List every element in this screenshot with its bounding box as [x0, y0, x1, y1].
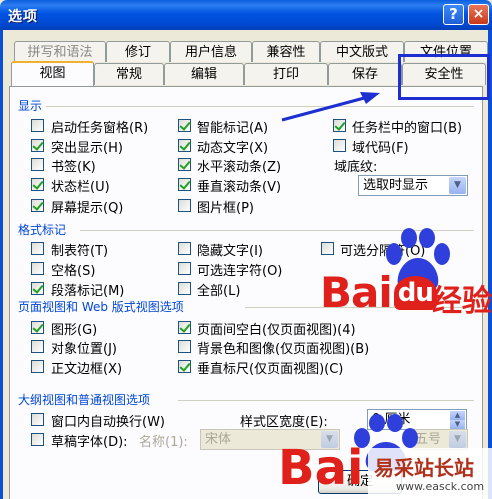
text-boundaries-checkbox[interactable] — [31, 360, 44, 373]
section-title-page-view: 页面视图和 Web 版式视图选项 — [18, 298, 188, 315]
section-divider — [42, 106, 474, 107]
smart-tags-label: 智能标记(A) — [197, 121, 269, 136]
hidden-text-label: 隐藏文字(I) — [197, 244, 263, 259]
chevron-down-icon[interactable]: ▼ — [449, 431, 466, 448]
tab-characters-checkbox[interactable] — [31, 242, 44, 255]
picture-placeholders-label: 图片框(P) — [197, 201, 254, 216]
smart-tags-checkbox[interactable] — [178, 119, 191, 132]
tab-asian-typography[interactable]: 中文版式 — [320, 41, 404, 62]
all-marks-checkbox[interactable] — [178, 282, 191, 295]
object-anchors-checkbox[interactable] — [31, 340, 44, 353]
optional-breaks-checkbox[interactable] — [321, 242, 334, 255]
tab-print[interactable]: 打印 — [244, 63, 328, 85]
field-codes-checkbox[interactable] — [333, 139, 346, 152]
optional-hyphens-label: 可选连字符(O) — [197, 264, 283, 279]
section-title-display: 显示 — [18, 97, 47, 114]
tab-characters-label: 制表符(T) — [51, 244, 109, 259]
all-marks-label: 全部(L) — [197, 284, 241, 299]
title-bar: 选项 ? × — [0, 0, 492, 30]
hidden-text-checkbox[interactable] — [178, 242, 191, 255]
section-title-format-marks: 格式标记 — [18, 221, 71, 238]
optional-hyphens-checkbox[interactable] — [178, 262, 191, 275]
chevron-down-icon[interactable]: ▼ — [449, 177, 466, 194]
baidu-logo-text-bottom: Bai — [278, 440, 364, 496]
screen-tips-label: 屏幕提示(Q) — [51, 201, 124, 216]
tab-user-info[interactable]: 用户信息 — [170, 41, 252, 62]
field-shading-select[interactable]: 选取时显示 ▼ — [358, 175, 468, 196]
text-boundaries-label: 正文边框(X) — [51, 362, 123, 377]
horizontal-scrollbar-label: 水平滚动条(Z) — [197, 160, 282, 175]
paragraph-marks-checkbox[interactable] — [31, 282, 44, 295]
windows-in-taskbar-label: 任务栏中的窗口(B) — [352, 121, 463, 136]
draft-font-label: 草稿字体(D): — [51, 435, 128, 450]
tab-view[interactable]: 视图 — [11, 61, 94, 86]
spin-down-icon[interactable]: ▼ — [450, 420, 465, 429]
status-bar-checkbox[interactable] — [31, 178, 44, 191]
site-name-text: 易采站长站 — [374, 456, 474, 480]
animated-text-checkbox[interactable] — [178, 139, 191, 152]
highlight-checkbox[interactable] — [31, 139, 44, 152]
white-space-between-pages-label: 页面间空白(仅页面视图)(4) — [197, 323, 356, 338]
bookmarks-checkbox[interactable] — [31, 158, 44, 171]
field-shading-value: 选取时显示 — [363, 178, 429, 193]
field-codes-label: 域代码(F) — [352, 141, 409, 156]
horizontal-scrollbar-checkbox[interactable] — [178, 158, 191, 171]
wrap-to-window-label: 窗口内自动换行(W) — [51, 415, 165, 430]
tab-edit[interactable]: 编辑 — [164, 63, 244, 85]
vertical-ruler-checkbox[interactable] — [178, 360, 191, 373]
site-url-text: www.easck.com — [396, 480, 485, 493]
object-anchors-label: 对象位置(J) — [51, 342, 117, 357]
tab-spelling-grammar[interactable]: 拼写和语法 — [14, 41, 106, 62]
wrap-to-window-checkbox[interactable] — [31, 413, 44, 426]
font-name-label: 名称(1): — [139, 435, 188, 450]
background-colors-images-label: 背景色和图像(仅页面视图)(B) — [197, 342, 370, 357]
section-title-outline: 大纲视图和普通视图选项 — [18, 391, 155, 408]
window-border-right — [488, 30, 492, 499]
tab-track-changes[interactable]: 修订 — [106, 41, 170, 62]
screen-tips-checkbox[interactable] — [31, 199, 44, 212]
spaces-label: 空格(S) — [51, 264, 96, 279]
paragraph-marks-label: 段落标记(M) — [51, 284, 125, 299]
jingyan-text: 经验 — [432, 284, 492, 319]
spin-up-icon[interactable]: ▲ — [450, 411, 465, 420]
animated-text-label: 动态文字(X) — [197, 141, 269, 156]
startup-task-pane-label: 启动任务窗格(R) — [51, 121, 149, 136]
section-divider — [178, 400, 474, 401]
highlight-label: 突出显示(H) — [51, 141, 123, 156]
vertical-scrollbar-checkbox[interactable] — [178, 178, 191, 191]
vertical-ruler-label: 垂直标尺(仅页面视图)(C) — [197, 362, 344, 377]
tab-save[interactable]: 保存 — [328, 63, 402, 85]
highlight-box — [398, 54, 490, 100]
picture-placeholders-checkbox[interactable] — [178, 199, 191, 212]
baidu-text-du: du — [393, 276, 437, 310]
help-button[interactable]: ? — [443, 4, 464, 25]
window-title: 选项 — [8, 9, 38, 25]
drawings-checkbox[interactable] — [31, 321, 44, 334]
vertical-scrollbar-label: 垂直滚动条(V) — [197, 180, 282, 195]
style-area-width-label: 样式区宽度(E): — [240, 415, 328, 430]
bookmarks-label: 书签(K) — [51, 160, 96, 175]
tab-compatibility[interactable]: 兼容性 — [252, 41, 320, 62]
field-shading-label: 域底纹: — [334, 160, 378, 175]
close-button[interactable]: × — [468, 4, 489, 25]
baidu-text-bai: Bai — [320, 268, 393, 317]
baidu-logo-text: Bai du — [320, 268, 437, 317]
spaces-checkbox[interactable] — [31, 262, 44, 275]
draft-font-checkbox[interactable] — [31, 433, 44, 446]
startup-task-pane-checkbox[interactable] — [31, 119, 44, 132]
white-space-between-pages-checkbox[interactable] — [178, 321, 191, 334]
site-watermark: 易采站长站 www.easck.com — [368, 448, 492, 499]
windows-in-taskbar-checkbox[interactable] — [333, 119, 346, 132]
drawings-label: 图形(G) — [51, 323, 98, 338]
font-name-value: 宋体 — [205, 432, 232, 447]
background-colors-images-checkbox[interactable] — [178, 340, 191, 353]
tab-general[interactable]: 常规 — [94, 63, 164, 85]
window-border-left — [0, 30, 3, 499]
status-bar-label: 状态栏(U) — [51, 180, 110, 195]
